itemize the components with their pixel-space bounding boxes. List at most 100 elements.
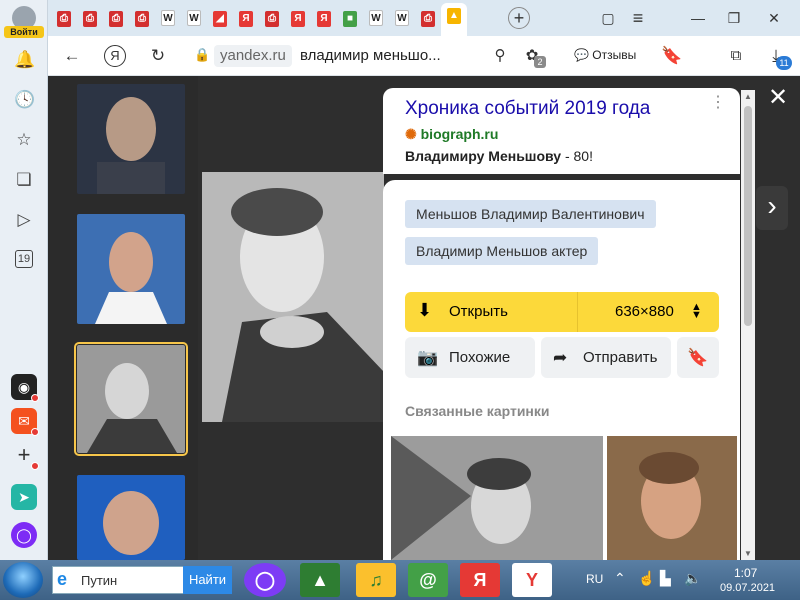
collections-sidebar-icon[interactable]: ❏ [14, 170, 34, 190]
alice-app-icon[interactable]: ◯ [11, 522, 37, 548]
close-viewer-button[interactable]: ✕ [764, 84, 792, 112]
more-options-icon[interactable]: ⋮ [710, 95, 726, 111]
scroll-down-icon[interactable]: ▼ [744, 549, 752, 558]
taskbar-search-button[interactable]: Найти [183, 566, 232, 594]
panel-scrollbar[interactable]: ▲ ▼ [741, 90, 755, 560]
tab-pdf[interactable]: ⎙ [132, 6, 152, 28]
pdf-favicon-icon: ⎙ [83, 11, 97, 27]
tab-manager-icon[interactable]: ▢ [598, 8, 618, 28]
tab-pdf[interactable]: ⎙ [54, 6, 74, 28]
pdf-favicon-icon: ⎙ [265, 11, 279, 27]
favorites-icon[interactable]: ☆ [14, 130, 34, 150]
scrollbar-thumb[interactable] [744, 106, 752, 326]
pdf-favicon-icon: ⎙ [421, 11, 435, 27]
calendar-icon[interactable]: 19 [15, 250, 33, 268]
history-icon[interactable]: 🕓 [14, 90, 35, 110]
minimize-icon[interactable]: — [688, 8, 708, 28]
add-app-icon[interactable]: + [11, 442, 39, 470]
tab-pdf[interactable]: ⎙ [80, 6, 100, 28]
thumbnail-image [77, 84, 185, 194]
toolbar: ← Я ↻ 🔒 yandex.ru владимир меньшо... ⚲ ✿… [48, 36, 800, 76]
yandex-logo-icon[interactable]: Я [104, 45, 126, 67]
launcher-taskbar-icon[interactable]: ▲ [300, 563, 340, 597]
recorder-app-icon[interactable]: ◉ [11, 374, 39, 402]
next-image-button[interactable]: › [756, 186, 788, 230]
start-button[interactable] [3, 562, 43, 598]
open-button[interactable]: ⬇ Открыть 636×880 ▲ ▼ [405, 292, 719, 332]
tag-chip[interactable]: Владимир Меньшов актер [405, 237, 599, 265]
related-image-2[interactable] [607, 436, 737, 560]
scroll-up-icon[interactable]: ▲ [744, 92, 752, 101]
similar-button[interactable]: 📷 Похожие [405, 337, 535, 378]
related-heading: Связанные картинки [405, 403, 550, 419]
tab-yandex[interactable]: Я [236, 6, 256, 28]
new-tab-button[interactable]: + [508, 7, 530, 29]
tag-chip[interactable]: Меньшов Владимир Валентинович [405, 200, 656, 228]
thumbnail-2[interactable] [77, 214, 185, 324]
main-preview-image[interactable] [202, 172, 384, 422]
tray-volume-icon[interactable]: 🔈 [684, 570, 701, 587]
tab-slides[interactable]: ◢ [210, 6, 230, 28]
downloads-badge: 11 [776, 56, 792, 70]
save-bookmark-button[interactable]: 🔖 [677, 337, 719, 378]
snippet-rest: - 80! [561, 148, 593, 164]
site-favicon-icon: ✺ [405, 126, 417, 142]
source-title-link[interactable]: Хроника событий 2019 года [405, 98, 650, 120]
yandex-taskbar-icon[interactable]: Я [460, 563, 500, 597]
address-bar[interactable]: 🔒 yandex.ru владимир меньшо... [188, 43, 478, 69]
video-icon[interactable]: ▷ [14, 210, 34, 230]
login-button[interactable]: Войти [4, 26, 44, 38]
related-image-1[interactable] [391, 436, 603, 560]
browser-taskbar-icon[interactable]: Y [512, 563, 552, 597]
mail-app-icon[interactable]: ✉ [11, 408, 39, 436]
taskbar-search-field[interactable]: e Путин [52, 566, 184, 594]
thumbnail-1[interactable] [77, 84, 185, 194]
tab-pdf[interactable]: ⎙ [262, 6, 282, 28]
share-button[interactable]: ➦ Отправить [541, 337, 671, 378]
tab-wiki[interactable]: W [392, 6, 412, 28]
tab-wiki[interactable]: W [184, 6, 204, 28]
bookmark-icon[interactable]: 🔖 [660, 44, 684, 68]
menu-icon[interactable]: ≡ [628, 8, 648, 28]
tab-puzzle[interactable]: ■ [340, 6, 360, 28]
clock-date[interactable]: 09.07.2021 [720, 582, 775, 594]
tray-hand-icon[interactable]: ☝ [638, 570, 655, 587]
slides-favicon-icon: ◢ [213, 11, 227, 27]
music-taskbar-icon[interactable]: ♫ [356, 563, 396, 597]
related-image [607, 436, 737, 560]
thumbnail-3-selected[interactable] [74, 342, 188, 456]
close-window-icon[interactable]: ✕ [764, 8, 784, 28]
yandex-favicon-icon: Я [291, 11, 305, 27]
notification-dot [31, 462, 39, 470]
collections-icon[interactable]: ⧉ [724, 44, 748, 68]
notifications-icon[interactable]: 🔔 [14, 50, 35, 70]
alice-taskbar-icon[interactable]: ◯ [244, 563, 286, 597]
tab-wiki[interactable]: W [366, 6, 386, 28]
extensions-badge: 2 [534, 56, 546, 68]
thumbnail-image [77, 345, 185, 453]
messenger-app-icon[interactable]: ➤ [11, 484, 37, 510]
language-indicator[interactable]: RU [586, 572, 603, 586]
thumbnail-4[interactable] [77, 475, 185, 560]
related-image [391, 436, 603, 560]
back-icon[interactable]: ← [60, 44, 84, 68]
tab-pdf[interactable]: ⎙ [418, 6, 438, 28]
chevron-updown-icon: ▲ ▼ [691, 301, 702, 321]
tray-network-icon[interactable]: ▙ [660, 570, 671, 587]
yandex-favicon-icon: Я [239, 11, 253, 27]
download-icon: ⬇ [417, 300, 433, 320]
tab-images[interactable]: ▲ [441, 3, 467, 36]
size-select[interactable]: 636×880 [615, 303, 674, 320]
tab-pdf[interactable]: ⎙ [106, 6, 126, 28]
source-domain[interactable]: ✺ biograph.ru [405, 126, 498, 143]
reviews-button[interactable]: 💬 Отзывы [574, 44, 636, 66]
tab-wiki[interactable]: W [158, 6, 178, 28]
tab-yandex[interactable]: Я [314, 6, 334, 28]
mail-taskbar-icon[interactable]: @ [408, 563, 448, 597]
restore-icon[interactable]: ❐ [724, 8, 744, 28]
clock-time[interactable]: 1:07 [734, 566, 757, 580]
reload-icon[interactable]: ↻ [146, 44, 170, 68]
tab-yandex[interactable]: Я [288, 6, 308, 28]
translate-icon[interactable]: ⚲ [488, 44, 512, 68]
tray-up-arrow-icon[interactable]: ⌃ [614, 570, 626, 587]
